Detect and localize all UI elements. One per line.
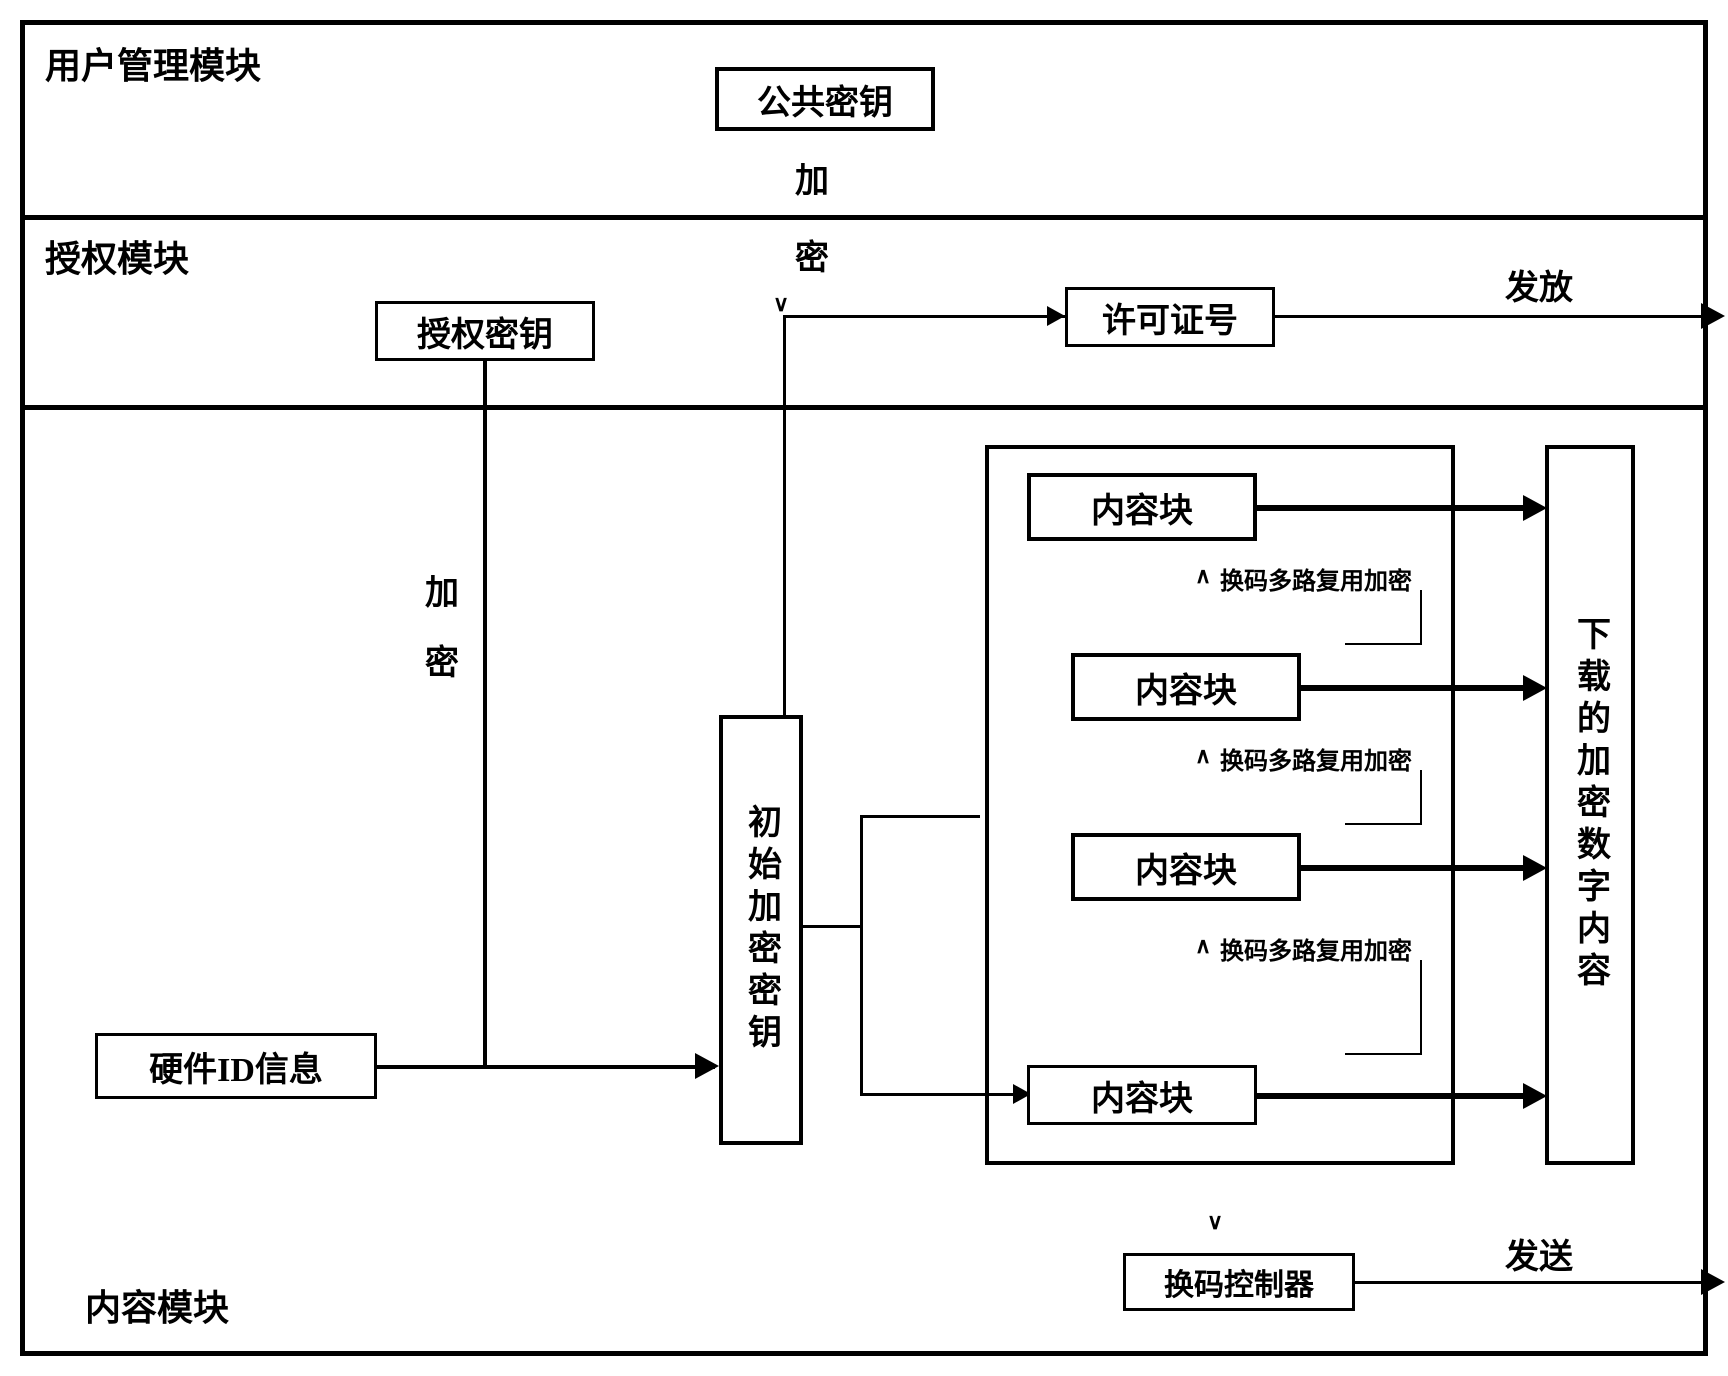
content-module-label: 内容模块 bbox=[85, 1279, 229, 1331]
swap-controller-box: 换码控制器 bbox=[1123, 1253, 1355, 1311]
content-block-4: 内容块 bbox=[1027, 1065, 1257, 1125]
line-init-out bbox=[803, 925, 863, 928]
swap-conn-2a bbox=[1420, 770, 1422, 825]
caret-3: ∧ bbox=[1195, 935, 1211, 957]
line-public-to-license bbox=[783, 315, 1065, 318]
line-hw-to-init bbox=[377, 1065, 715, 1069]
arrow-hw-to-init bbox=[695, 1053, 719, 1079]
content-block-3: 内容块 bbox=[1071, 833, 1301, 901]
swap-label-3: 换码多路复用加密 bbox=[1220, 931, 1412, 966]
arrow-to-license bbox=[1047, 306, 1065, 326]
arrow-cb2 bbox=[1523, 675, 1547, 701]
line-cb4-out bbox=[1257, 1093, 1527, 1099]
auth-module-label: 授权模块 bbox=[45, 230, 189, 282]
encrypt-label-top-1: 加 bbox=[795, 153, 829, 202]
user-mgmt-label: 用户管理模块 bbox=[45, 37, 261, 89]
line-cb3-out bbox=[1301, 865, 1527, 871]
caret-1: ∧ bbox=[1195, 565, 1211, 587]
line-authkey-down bbox=[483, 361, 487, 1067]
bracket-vert bbox=[860, 815, 863, 1095]
swap-conn-2b bbox=[1345, 823, 1421, 825]
caret-down-swap: ∨ bbox=[1207, 1211, 1223, 1233]
arrow-v-public: ∨ bbox=[773, 293, 789, 315]
init-enc-key-text: 初始加密密钥 bbox=[737, 804, 786, 1056]
swap-conn-1b bbox=[1345, 643, 1421, 645]
divider-1 bbox=[25, 215, 1703, 220]
encrypt-left-2: 密 bbox=[425, 635, 459, 684]
content-block-1: 内容块 bbox=[1027, 473, 1257, 541]
arrow-issue bbox=[1701, 303, 1725, 329]
bracket-top bbox=[860, 815, 980, 818]
swap-conn-1a bbox=[1420, 590, 1422, 645]
arrow-cb4 bbox=[1523, 1083, 1547, 1109]
download-enc-text: 下载的加密数字内容 bbox=[1566, 616, 1615, 994]
encrypt-label-top-2: 密 bbox=[795, 230, 829, 279]
send-label: 发送 bbox=[1505, 1229, 1573, 1278]
swap-conn-3a bbox=[1420, 960, 1422, 1055]
content-block-2: 内容块 bbox=[1071, 653, 1301, 721]
auth-key-box: 授权密钥 bbox=[375, 301, 595, 361]
line-send bbox=[1355, 1281, 1705, 1284]
license-no-box: 许可证号 bbox=[1065, 287, 1275, 347]
arrow-cb3 bbox=[1523, 855, 1547, 881]
swap-label-1: 换码多路复用加密 bbox=[1220, 561, 1412, 596]
content-blocks-container bbox=[985, 445, 1455, 1165]
diagram-container: 用户管理模块 公共密钥 加 密 授权模块 授权密钥 许可证号 ∨ 发放 加 密 … bbox=[20, 20, 1708, 1356]
swap-label-2: 换码多路复用加密 bbox=[1220, 741, 1412, 776]
hardware-id-box: 硬件ID信息 bbox=[95, 1033, 377, 1099]
public-key-box: 公共密钥 bbox=[715, 67, 935, 131]
line-issue bbox=[1275, 315, 1705, 318]
caret-2: ∧ bbox=[1195, 745, 1211, 767]
line-cb1-out bbox=[1257, 505, 1527, 511]
line-cb2-out bbox=[1301, 685, 1527, 691]
init-enc-key-box: 初始加密密钥 bbox=[719, 715, 803, 1145]
encrypt-left-1: 加 bbox=[425, 565, 459, 614]
download-enc-box: 下载的加密数字内容 bbox=[1545, 445, 1635, 1165]
arrow-send bbox=[1701, 1269, 1725, 1295]
divider-2 bbox=[25, 405, 1703, 410]
arrow-cb1 bbox=[1523, 495, 1547, 521]
line-public-down bbox=[783, 315, 786, 715]
issue-label: 发放 bbox=[1505, 260, 1573, 309]
swap-conn-3b bbox=[1345, 1053, 1421, 1055]
